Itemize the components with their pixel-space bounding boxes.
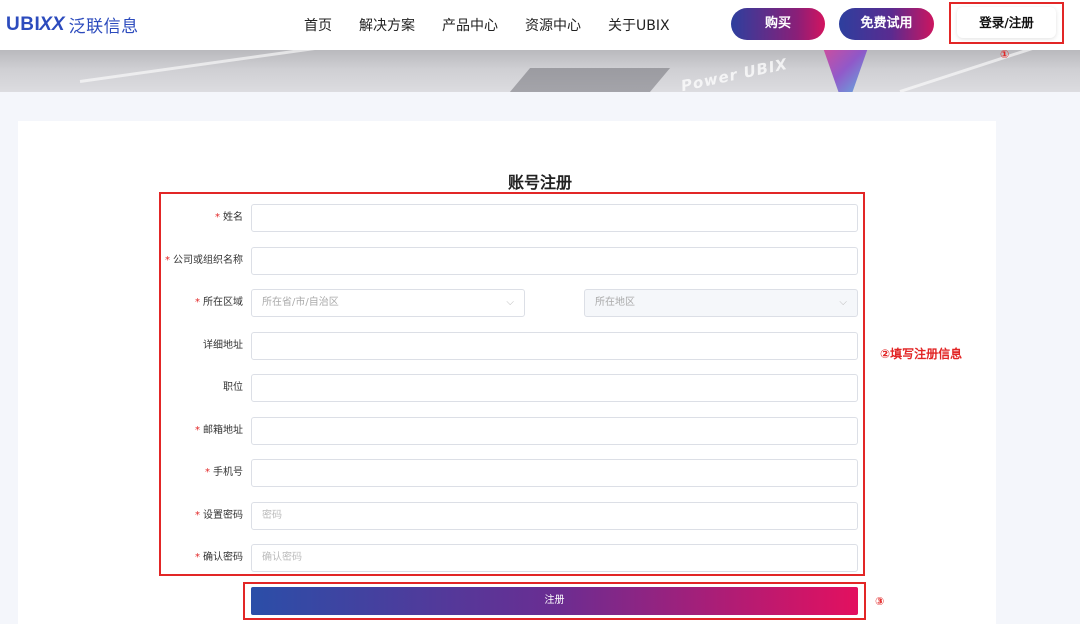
banner-shadow xyxy=(509,68,671,92)
confirm-password-input[interactable]: 确认密码 xyxy=(251,544,858,572)
step-3-marker: ③ xyxy=(875,595,885,608)
field-label: * 确认密码 xyxy=(195,544,243,572)
logo-text-cn: 泛联信息 xyxy=(68,17,139,37)
chevron-down-icon: ⌵ xyxy=(506,297,514,308)
confirm-password-label: 确认密码 xyxy=(203,552,243,563)
page-title: 账号注册 xyxy=(507,173,572,192)
required-mark: * xyxy=(165,255,170,266)
email-label: 邮箱地址 xyxy=(203,425,243,436)
confirm-password-placeholder: 确认密码 xyxy=(262,552,302,563)
phone-label: 手机号 xyxy=(213,467,243,478)
field-row-position: 职位 xyxy=(160,374,860,402)
field-label: * 公司或组织名称 xyxy=(165,247,243,275)
buy-button[interactable]: 购买 xyxy=(731,8,825,40)
banner-stripe xyxy=(899,50,1080,92)
password-placeholder: 密码 xyxy=(262,510,282,521)
city-select[interactable]: 所在地区 ⌵ xyxy=(584,289,858,317)
field-label: 详细地址 xyxy=(203,332,243,360)
step-2-marker: ②填写注册信息 xyxy=(880,347,963,361)
banner-stripe xyxy=(79,50,398,83)
field-row-company: * 公司或组织名称 xyxy=(160,247,860,275)
region-label: 所在区域 xyxy=(203,297,243,308)
address-input[interactable] xyxy=(251,332,858,360)
field-label: * 邮箱地址 xyxy=(195,417,243,445)
hero-banner: Power UBIX xyxy=(0,50,1080,92)
banner-text: Power UBIX xyxy=(679,54,790,92)
field-label: * 设置密码 xyxy=(195,502,243,530)
main-nav: 首页 解决方案 产品中心 资源中心 关于UBIX xyxy=(304,15,697,35)
password-input[interactable]: 密码 xyxy=(251,502,858,530)
register-submit-button[interactable]: 注册 xyxy=(251,587,858,615)
required-mark: * xyxy=(215,212,220,223)
required-mark: * xyxy=(195,425,200,436)
position-label: 职位 xyxy=(223,382,243,393)
field-row-address: 详细地址 xyxy=(160,332,860,360)
name-label: 姓名 xyxy=(223,212,243,223)
field-row-confirm-password: * 确认密码 确认密码 xyxy=(160,544,860,572)
logo-text-en: UBI xyxy=(6,13,41,35)
required-mark: * xyxy=(205,467,210,478)
field-row-email: * 邮箱地址 xyxy=(160,417,860,445)
province-placeholder: 所在省/市/自治区 xyxy=(262,297,339,308)
nav-item-about[interactable]: 关于UBIX xyxy=(608,15,670,35)
address-label: 详细地址 xyxy=(203,340,243,351)
nav-item-solutions[interactable]: 解决方案 xyxy=(359,15,415,35)
phone-input[interactable] xyxy=(251,459,858,487)
login-register-button[interactable]: 登录/注册 xyxy=(957,7,1056,38)
field-row-name: * 姓名 xyxy=(160,204,860,232)
banner-graphic xyxy=(821,50,870,92)
nav-item-products[interactable]: 产品中心 xyxy=(442,15,498,35)
field-label: * 手机号 xyxy=(205,459,243,487)
required-mark: * xyxy=(195,510,200,521)
top-header: UBI XX 泛联信息 首页 解决方案 产品中心 资源中心 关于UBIX 购买 … xyxy=(0,0,1080,50)
ubix-logo[interactable]: UBI XX 泛联信息 xyxy=(6,12,139,38)
required-mark: * xyxy=(195,297,200,308)
company-input[interactable] xyxy=(251,247,858,275)
required-mark: * xyxy=(195,552,200,563)
chevron-down-icon: ⌵ xyxy=(839,297,847,308)
field-label: * 所在区域 xyxy=(195,289,243,317)
nav-item-home[interactable]: 首页 xyxy=(304,15,332,35)
name-input[interactable] xyxy=(251,204,858,232)
free-trial-button[interactable]: 免费试用 xyxy=(839,8,934,40)
field-label: 职位 xyxy=(223,374,243,402)
logo-text-xx: XX xyxy=(39,13,65,35)
nav-item-resources[interactable]: 资源中心 xyxy=(525,15,581,35)
email-input[interactable] xyxy=(251,417,858,445)
city-placeholder: 所在地区 xyxy=(595,297,635,308)
field-row-phone: * 手机号 xyxy=(160,459,860,487)
step-1-marker: ① xyxy=(1000,48,1010,61)
password-label: 设置密码 xyxy=(203,510,243,521)
company-label: 公司或组织名称 xyxy=(173,255,243,266)
position-input[interactable] xyxy=(251,374,858,402)
field-label: * 姓名 xyxy=(215,204,243,232)
field-row-password: * 设置密码 密码 xyxy=(160,502,860,530)
province-select[interactable]: 所在省/市/自治区 ⌵ xyxy=(251,289,525,317)
field-row-region: * 所在区域 所在省/市/自治区 ⌵ 所在地区 ⌵ xyxy=(160,289,860,317)
